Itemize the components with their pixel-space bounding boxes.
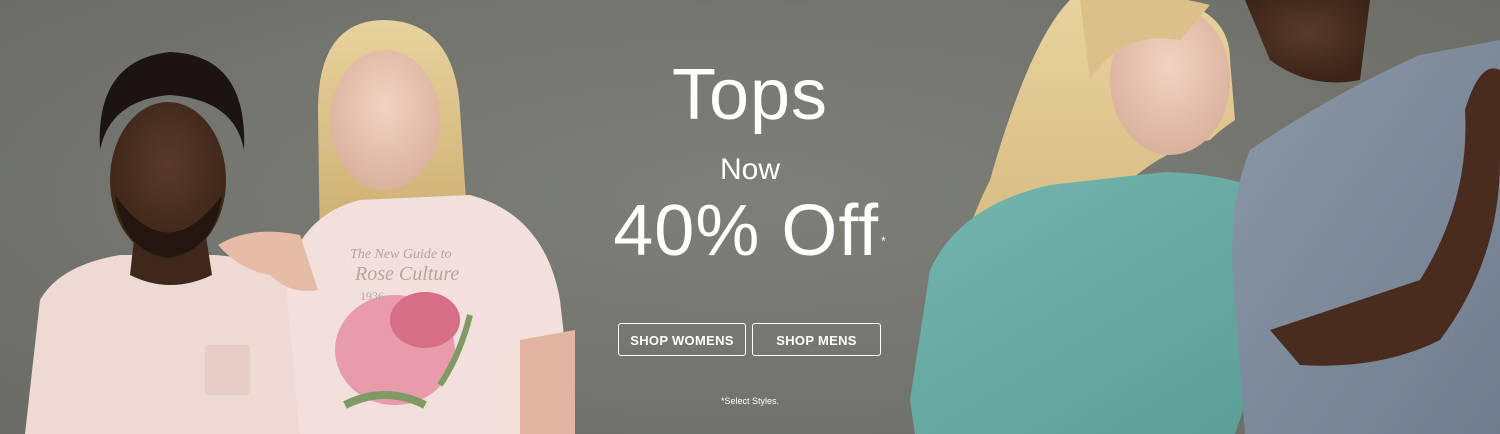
promo-banner: The New Guide to Rose Culture 1936 Tops … bbox=[0, 0, 1500, 434]
hero-photo: The New Guide to Rose Culture 1936 bbox=[25, 0, 1500, 434]
shop-mens-button[interactable]: SHOP MENS bbox=[752, 323, 881, 356]
right-man-figure bbox=[1232, 0, 1500, 434]
tee-print-line2: Rose Culture bbox=[354, 263, 459, 285]
tee-print-line3: 1936 bbox=[360, 289, 384, 303]
tee-print-line1: The New Guide to bbox=[350, 247, 452, 262]
shop-womens-button[interactable]: SHOP WOMENS bbox=[618, 323, 746, 356]
